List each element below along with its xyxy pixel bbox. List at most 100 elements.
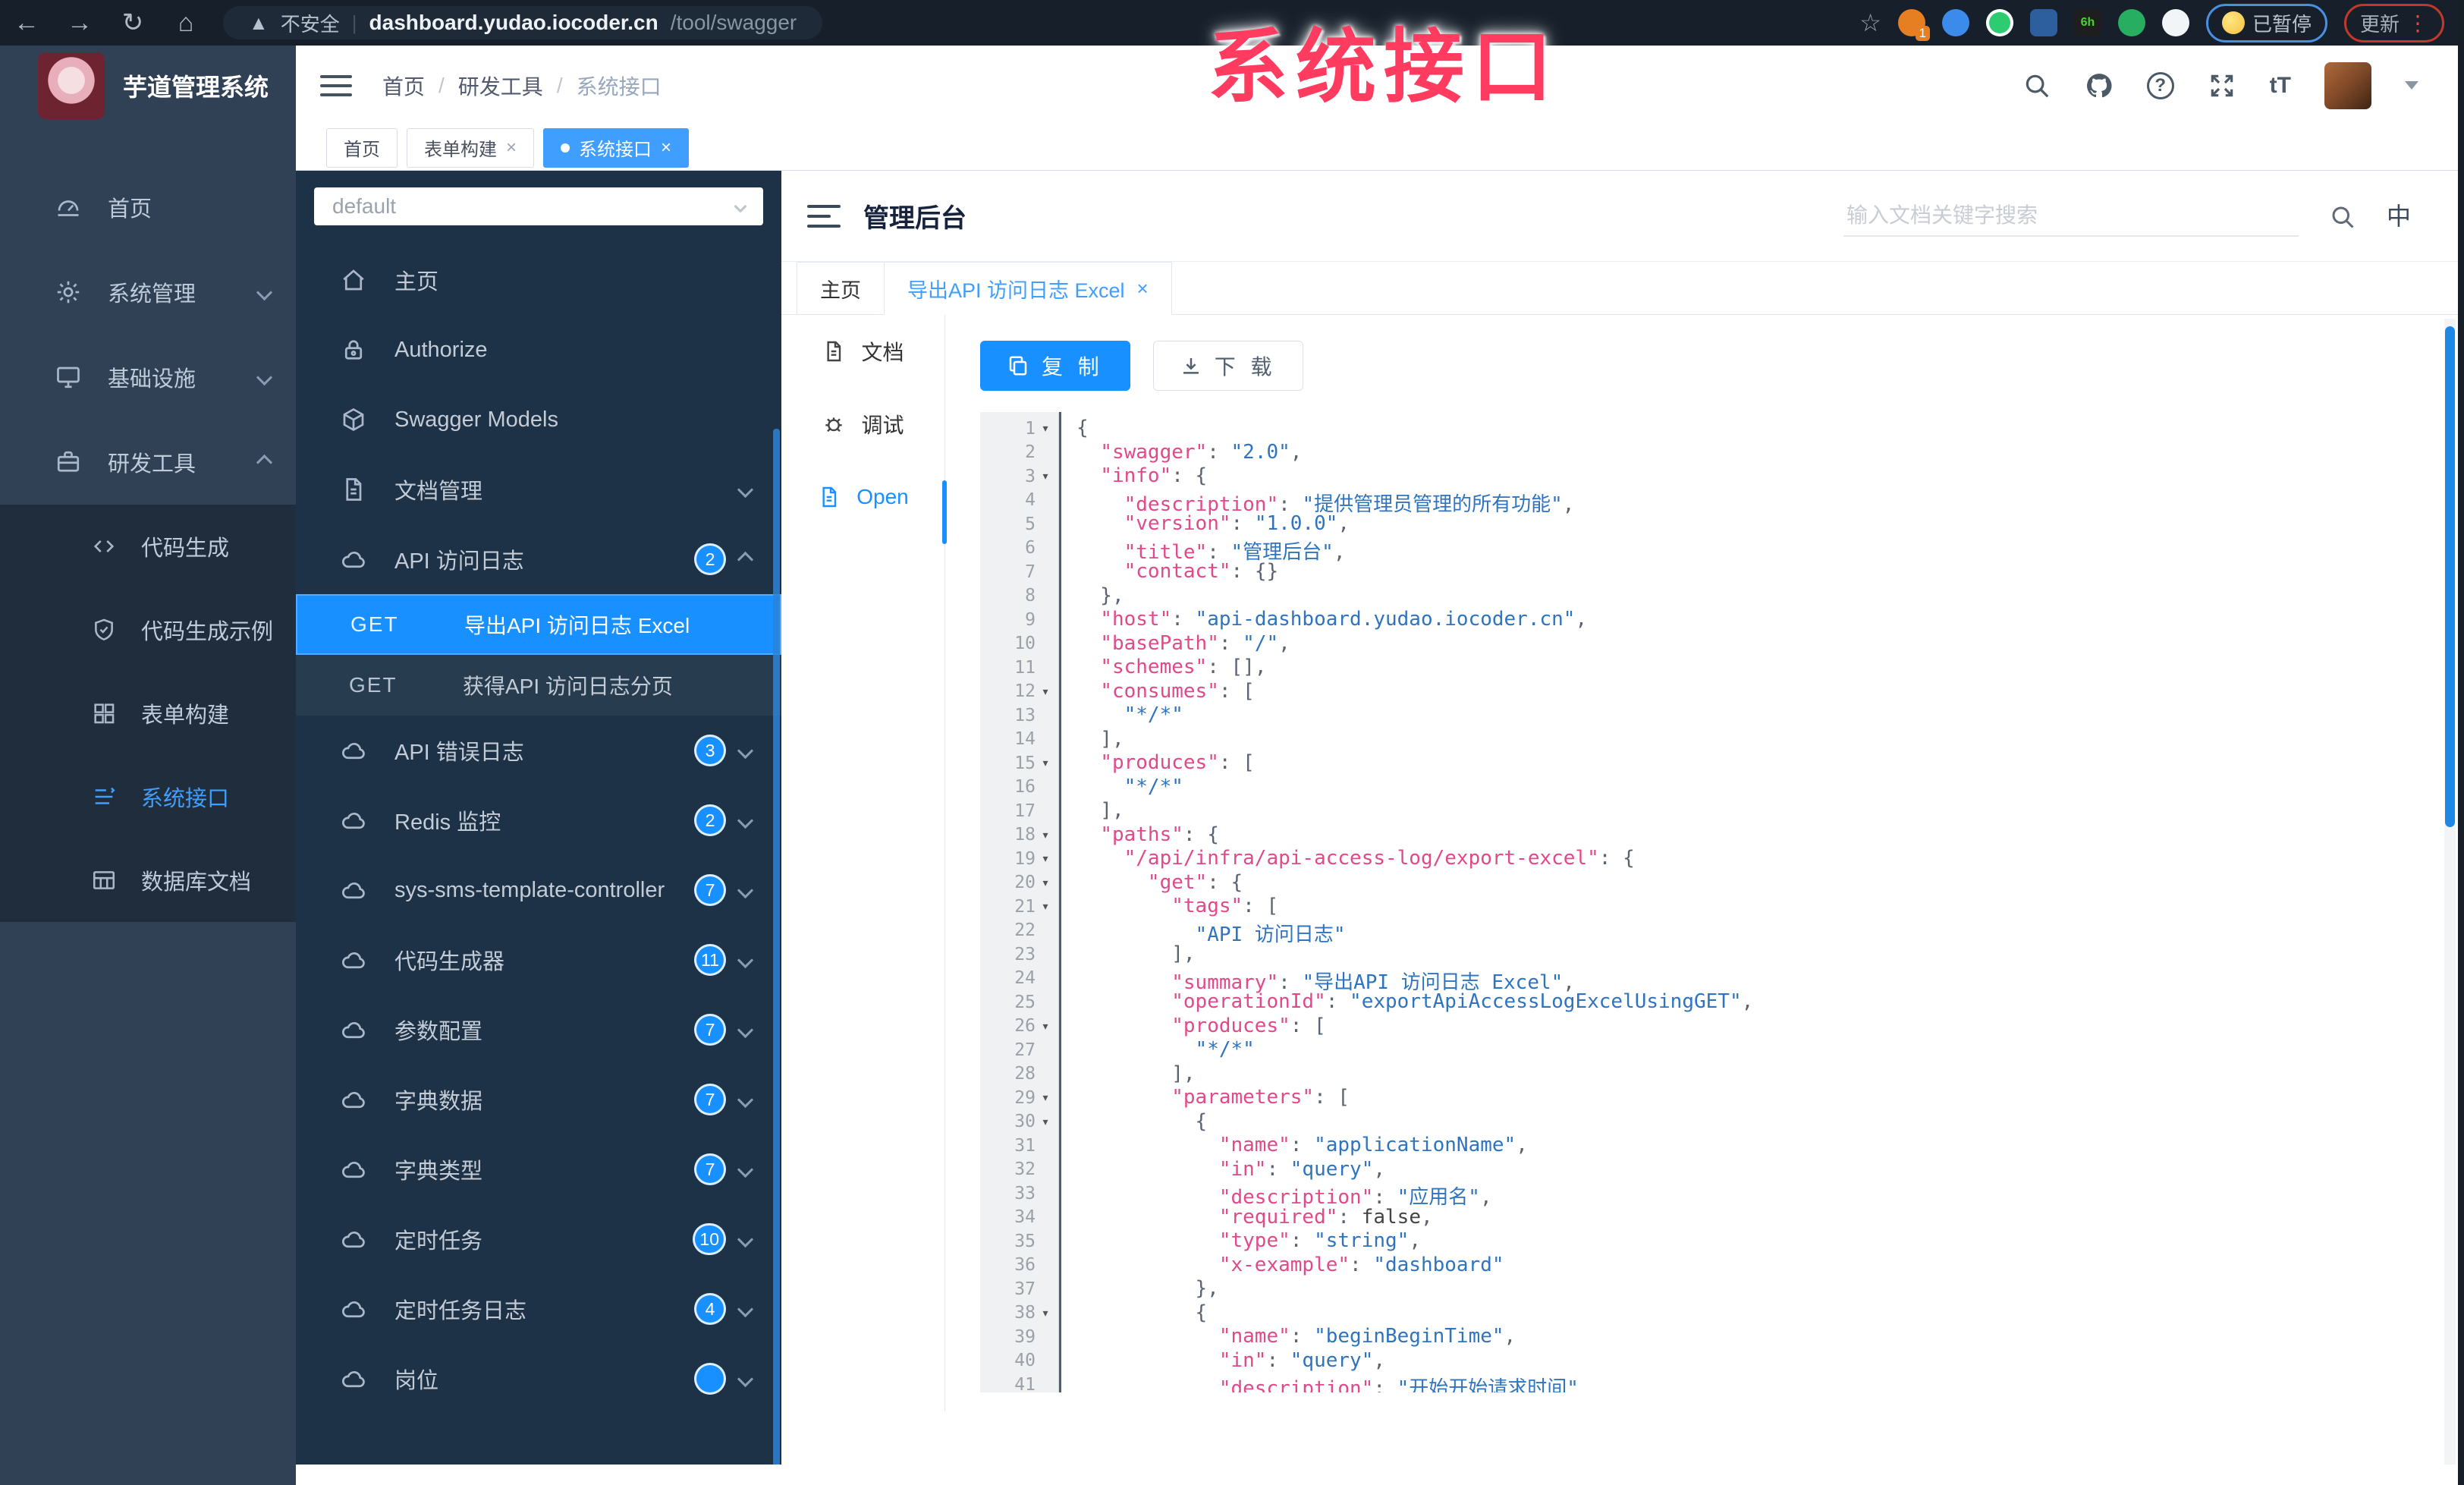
security-label: 不安全 (280, 12, 340, 36)
close-icon[interactable]: × (1137, 277, 1149, 300)
address-bar[interactable]: ▲ 不安全 | dashboard.yudao.iocoder.cn /tool… (223, 6, 823, 39)
api-endpoint[interactable]: GET 获得API 访问日志分页 (296, 655, 781, 716)
search-icon[interactable] (2022, 71, 2051, 100)
doc-tab[interactable]: 导出API 访问日志 Excel × (884, 262, 1172, 315)
chevron-down-icon (256, 369, 273, 385)
search-icon[interactable] (2329, 203, 2356, 231)
chevron-down-icon (734, 200, 747, 213)
api-nav-authorize[interactable]: Authorize (296, 315, 781, 385)
chevron-up-icon (737, 551, 754, 568)
avatar-caret-icon[interactable] (2405, 81, 2418, 90)
submenu-item-icon (91, 533, 117, 559)
api-endpoint[interactable]: GET 导出API 访问日志 Excel (296, 594, 781, 655)
language-toggle[interactable]: 中 (2387, 197, 2411, 232)
paused-pill[interactable]: 已暂停 (2205, 3, 2327, 42)
sidebar-scrollbar[interactable] (773, 429, 780, 1465)
monitor-icon (55, 363, 82, 391)
tag-item[interactable]: 表单构建 × (407, 127, 535, 168)
submenu-item-icon (91, 867, 117, 893)
api-group[interactable]: 定时任务 10 (296, 1204, 781, 1274)
api-group[interactable]: API 错误日志 3 (296, 716, 781, 785)
sidebar-subitem[interactable]: 表单构建 (0, 672, 296, 755)
sidebar-item-system-mgmt[interactable]: 系统管理 (0, 250, 296, 335)
home-icon (340, 266, 367, 294)
close-icon[interactable]: × (506, 137, 517, 159)
doc-tab-debug[interactable]: 调试 (781, 388, 944, 461)
sidebar-subitem[interactable]: 代码生成示例 (0, 588, 296, 672)
cube-icon (340, 406, 367, 433)
tag-item[interactable]: 系统接口 × (543, 127, 690, 168)
api-group[interactable]: Redis 监控 2 (296, 785, 781, 855)
count-badge: 2 (694, 543, 726, 575)
api-group[interactable]: 定时任务日志 4 (296, 1274, 781, 1344)
api-group[interactable]: sys-sms-template-controller 7 (296, 855, 781, 925)
collapse-nav-icon[interactable] (807, 198, 841, 234)
extension-icon[interactable]: 1 (1897, 9, 1930, 41)
browser-back-button[interactable]: ← (0, 8, 53, 38)
page-scrollbar[interactable] (2444, 319, 2456, 1465)
extension-icon[interactable] (2029, 9, 2057, 36)
chevron-down-icon (737, 952, 754, 968)
github-icon[interactable] (2085, 71, 2114, 100)
copy-button[interactable]: 复 制 (980, 341, 1130, 391)
sidebar-submenu: 代码生成 代码生成示例 表单构建 系统接口 数据库文档 (0, 505, 296, 922)
api-group-select[interactable]: default (314, 187, 763, 225)
url-divider: | (351, 11, 357, 34)
code-editor[interactable]: 1 ▾ 2 3 ▾ 4 5 6 7 8 9 10 11 12 ▾ 13 14 15 ▾ 16 17 18 ▾ 19 ▾ 20 ▾ 21… (980, 412, 2444, 1392)
sidebar-item-devtools[interactable]: 研发工具 (0, 420, 296, 505)
sidebar-item-infrastructure[interactable]: 基础设施 (0, 335, 296, 420)
bookmark-star-icon[interactable]: ☆ (1859, 8, 1881, 37)
api-group[interactable]: 岗位 (296, 1344, 781, 1414)
http-method: GET (350, 612, 399, 636)
editor-column: 复 制 下 载 1 ▾ 2 3 ▾ 4 5 6 7 8 9 10 11 12 ▾ 13 14 15 ▾ 16 17 18 ▾… (980, 315, 2444, 1392)
api-nav-doc-mgmt[interactable]: 文档管理 (296, 455, 781, 524)
browser-reload-button[interactable]: ↻ (106, 8, 159, 38)
sidebar-subitem[interactable]: 数据库文档 (0, 838, 296, 922)
help-icon[interactable]: ? (2146, 71, 2174, 99)
scrollbar-thumb[interactable] (2445, 326, 2455, 827)
cloud-icon (340, 1086, 367, 1113)
extension-icon[interactable] (2161, 9, 2189, 36)
browser-toolbar: ☆ 1 6h 已暂停 更新 ⋮ (1859, 3, 2464, 42)
api-group[interactable]: 代码生成器 11 (296, 925, 781, 995)
browser-forward-button[interactable]: → (53, 8, 106, 38)
api-nav-home[interactable]: 主页 (296, 245, 781, 315)
chevron-down-icon (737, 882, 754, 898)
api-group[interactable]: 字典类型 7 (296, 1134, 781, 1204)
breadcrumb-devtools[interactable]: 研发工具 (458, 71, 543, 101)
count-badge: 7 (694, 1014, 726, 1046)
extension-icon[interactable] (1941, 9, 1969, 36)
paused-label: 已暂停 (2252, 12, 2312, 36)
browser-home-button[interactable]: ⌂ (159, 8, 212, 38)
api-group[interactable]: 字典数据 7 (296, 1065, 781, 1134)
cloud-icon (340, 1016, 367, 1043)
doc-tab-document[interactable]: 文档 (781, 315, 944, 388)
tag-item[interactable]: 首页 (326, 127, 398, 168)
api-nav-swagger-models[interactable]: Swagger Models (296, 385, 781, 455)
download-button[interactable]: 下 载 (1152, 341, 1303, 391)
extension-icon[interactable] (1985, 9, 2013, 36)
api-group-access-log[interactable]: API 访问日志 2 (296, 524, 781, 594)
breadcrumb-current: 系统接口 (576, 74, 662, 99)
chevron-down-icon (737, 1231, 754, 1247)
briefcase-icon (55, 448, 82, 476)
file-icon (340, 476, 367, 503)
fullscreen-icon[interactable] (2208, 71, 2236, 100)
doc-tab[interactable]: 主页 (797, 262, 885, 314)
update-button[interactable]: 更新 ⋮ (2343, 3, 2444, 42)
doc-tab-open[interactable]: Open (781, 461, 944, 533)
doc-search-input[interactable] (1843, 195, 2299, 237)
breadcrumb-home[interactable]: 首页 (382, 71, 425, 101)
sidebar-toggle-icon[interactable] (320, 69, 352, 102)
submenu-item-icon (91, 784, 117, 810)
extension-icon[interactable] (2117, 9, 2145, 36)
font-size-icon[interactable]: tT (2270, 73, 2291, 99)
sidebar-subitem[interactable]: 系统接口 (0, 755, 296, 838)
api-group[interactable]: 参数配置 7 (296, 995, 781, 1065)
copy-icon (1007, 354, 1029, 377)
sidebar-subitem[interactable]: 代码生成 (0, 505, 296, 588)
extension-icon[interactable]: 6h (2073, 9, 2101, 36)
close-icon[interactable]: × (661, 137, 671, 159)
sidebar-item-home[interactable]: 首页 (0, 165, 296, 250)
avatar[interactable] (2324, 61, 2371, 109)
